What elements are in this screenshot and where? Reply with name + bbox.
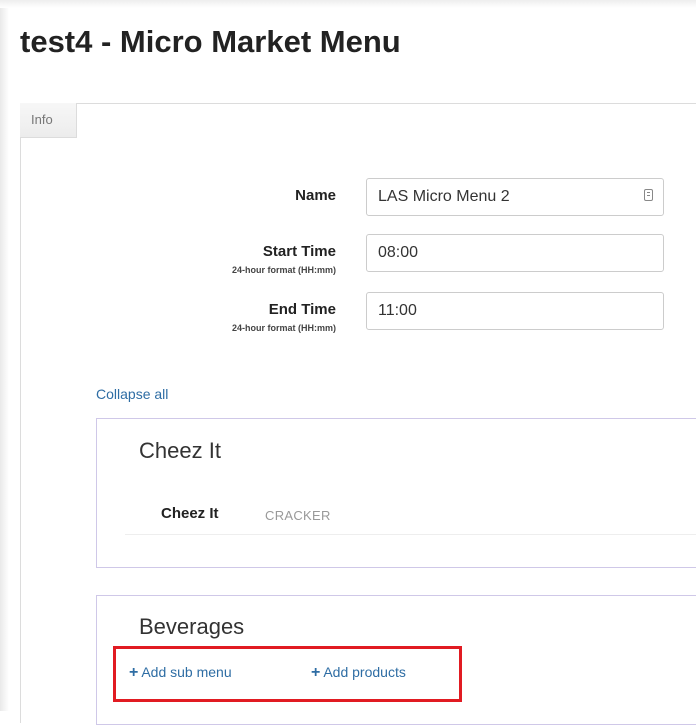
end-time-value: 11:00 xyxy=(378,302,417,319)
end-time-label: End Time xyxy=(268,301,336,318)
end-time-field[interactable]: 11:00 xyxy=(366,292,664,330)
field-options-icon[interactable] xyxy=(644,189,653,201)
name-label: Name xyxy=(295,187,336,204)
window-top-shadow xyxy=(0,0,696,8)
page-title: test4 - Micro Market Menu xyxy=(20,24,401,59)
start-time-field[interactable]: 08:00 xyxy=(366,234,664,272)
start-time-value: 08:00 xyxy=(378,244,419,261)
tab-info[interactable]: Info xyxy=(20,103,77,138)
name-field[interactable]: LAS Micro Menu 2 xyxy=(366,178,664,216)
start-time-label: Start Time xyxy=(262,243,336,260)
window-shadow xyxy=(0,0,9,711)
product-category: CRACKER xyxy=(265,508,331,523)
highlight-box xyxy=(113,646,462,702)
product-name[interactable]: Cheez It xyxy=(161,505,219,522)
menu-section: Cheez It Cheez It CRACKER xyxy=(96,418,696,568)
collapse-all-link[interactable]: Collapse all xyxy=(96,386,168,402)
menu-title[interactable]: Beverages xyxy=(139,614,244,640)
start-time-hint: 24-hour format (HH:mm) xyxy=(231,265,336,275)
end-time-hint: 24-hour format (HH:mm) xyxy=(231,323,336,333)
menu-title[interactable]: Cheez It xyxy=(139,438,221,464)
product-row-divider xyxy=(125,534,696,535)
name-field-value: LAS Micro Menu 2 xyxy=(378,188,510,205)
